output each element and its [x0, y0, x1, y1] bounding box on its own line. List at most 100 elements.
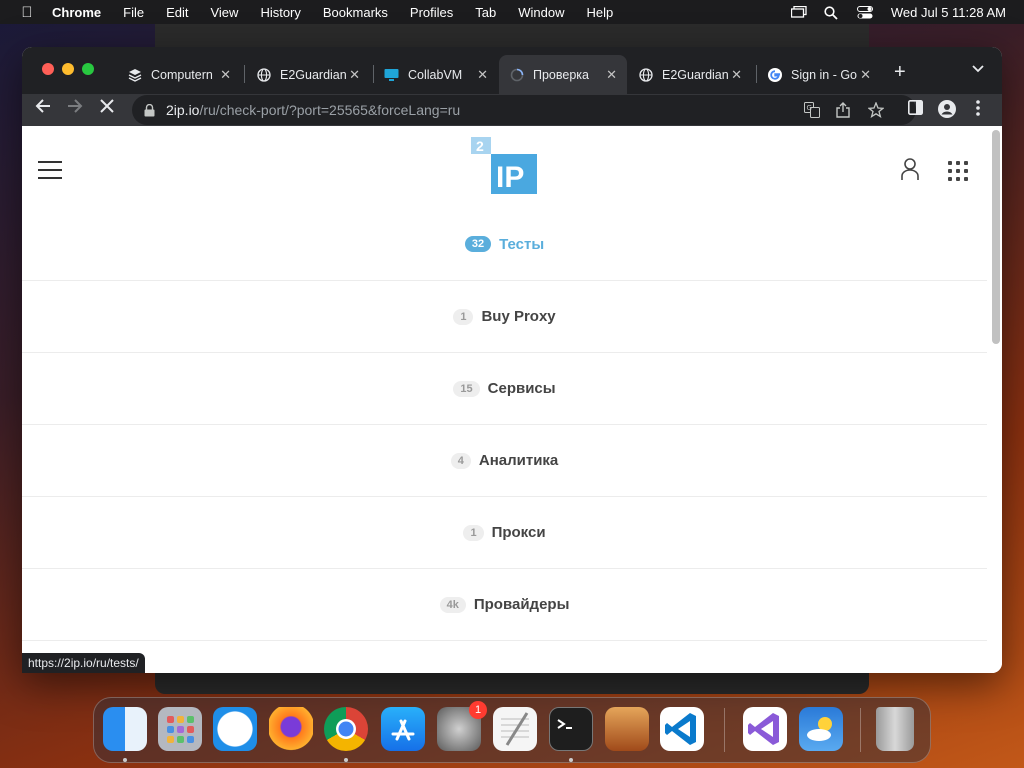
- tab-strip: Computern ✕ E2Guardian ✕ CollabVM ✕ Пров…: [22, 47, 1002, 94]
- menu-window[interactable]: Window: [518, 5, 564, 20]
- page-scrollbar[interactable]: [992, 130, 1000, 344]
- menu-file[interactable]: File: [123, 5, 144, 20]
- google-icon: [767, 67, 782, 82]
- vscode-icon[interactable]: [660, 707, 704, 751]
- tab-collabvm[interactable]: CollabVM ✕: [374, 55, 498, 94]
- running-indicator: [569, 758, 573, 762]
- globe-icon: [256, 67, 271, 82]
- zoom-window-button[interactable]: [82, 63, 94, 75]
- close-tab-icon[interactable]: ✕: [220, 67, 231, 83]
- count-badge: 4k: [439, 596, 466, 613]
- apple-menu-icon[interactable]: : [18, 4, 36, 21]
- url-path: /ru/check-port/?port=25565&forceLang=ru: [199, 102, 461, 118]
- url-host: 2ip.io: [166, 102, 200, 118]
- site-logo[interactable]: 2 IP: [471, 137, 539, 197]
- status-bar-url: https://2ip.io/ru/tests/: [22, 653, 145, 673]
- menu-app-name[interactable]: Chrome: [52, 5, 101, 20]
- nav-item-analytics[interactable]: 4 Аналитика: [22, 425, 987, 497]
- menu-profiles[interactable]: Profiles: [410, 5, 453, 20]
- chrome-menu-icon[interactable]: [976, 100, 980, 119]
- site-nav-list: 32 Тесты 1 Buy Proxy 15 Сервисы 4 Аналит…: [22, 208, 987, 641]
- tab-separator: [244, 65, 245, 83]
- tab-title: CollabVM: [408, 67, 463, 82]
- menu-help[interactable]: Help: [587, 5, 614, 20]
- back-button[interactable]: [35, 98, 51, 119]
- menu-edit[interactable]: Edit: [166, 5, 188, 20]
- tab-title: Computern: [151, 67, 213, 82]
- chrome-icon[interactable]: [324, 707, 368, 751]
- address-bar[interactable]: 2ip.io/ru/check-port/?port=25565&forceLa…: [132, 95, 916, 125]
- menubar-clock[interactable]: Wed Jul 5 11:28 AM: [891, 5, 1006, 20]
- macos-dock: 1: [93, 697, 931, 763]
- tab-computernewb[interactable]: Computern ✕: [117, 55, 241, 94]
- hamburger-menu-icon[interactable]: [38, 161, 62, 179]
- logo-small-text: 2: [476, 138, 484, 154]
- app-store-icon[interactable]: [381, 707, 425, 751]
- menu-bookmarks[interactable]: Bookmarks: [323, 5, 388, 20]
- stack-icon: [127, 67, 142, 82]
- tab-title: Sign in - Go: [791, 67, 858, 82]
- user-account-icon[interactable]: [900, 157, 920, 181]
- terminal-icon[interactable]: [549, 707, 593, 751]
- monitor-icon: [384, 67, 399, 82]
- forward-button[interactable]: [67, 98, 83, 119]
- close-tab-icon[interactable]: ✕: [349, 67, 360, 83]
- weather-icon[interactable]: [799, 707, 843, 751]
- macos-menubar:  Chrome File Edit View History Bookmark…: [0, 0, 1024, 24]
- nav-item-proxy[interactable]: 1 Прокси: [22, 497, 987, 569]
- count-badge: 4: [450, 452, 471, 469]
- menu-view[interactable]: View: [210, 5, 238, 20]
- textedit-icon[interactable]: [493, 707, 537, 751]
- running-indicator: [344, 758, 348, 762]
- screen-mirroring-icon[interactable]: [790, 5, 807, 18]
- control-center-icon[interactable]: [856, 6, 873, 19]
- profile-avatar-icon[interactable]: [938, 100, 956, 121]
- menu-history[interactable]: History: [260, 5, 300, 20]
- nav-item-buy-proxy[interactable]: 1 Buy Proxy: [22, 281, 987, 353]
- count-badge: 1: [463, 524, 484, 541]
- nav-item-label: Прокси: [491, 524, 546, 541]
- nav-item-providers[interactable]: 4k Провайдеры: [22, 569, 987, 641]
- spotlight-search-icon[interactable]: [824, 6, 840, 20]
- apps-grid-icon[interactable]: [948, 161, 968, 181]
- tab-title: E2Guardian: [280, 67, 347, 82]
- system-preferences-icon[interactable]: 1: [437, 701, 487, 751]
- notification-badge: 1: [469, 701, 487, 719]
- nav-item-label: Buy Proxy: [481, 308, 556, 325]
- minimize-window-button[interactable]: [62, 63, 74, 75]
- firefox-icon[interactable]: [269, 707, 313, 751]
- tab-e2guardian-2[interactable]: E2Guardian ✕: [628, 55, 752, 94]
- menu-tab[interactable]: Tab: [475, 5, 496, 20]
- lock-icon[interactable]: [144, 103, 156, 117]
- translate-icon[interactable]: G: [804, 102, 820, 121]
- nav-item-label: Провайдеры: [473, 596, 570, 613]
- trash-icon[interactable]: [876, 707, 914, 751]
- tab-title: E2Guardian: [662, 67, 729, 82]
- tab-google-signin[interactable]: Sign in - Go ✕: [757, 55, 881, 94]
- new-tab-button[interactable]: +: [894, 61, 906, 84]
- close-tab-icon[interactable]: ✕: [731, 67, 742, 83]
- nav-item-label: Сервисы: [487, 380, 556, 397]
- finder-icon[interactable]: [103, 707, 147, 751]
- web-page: 2 IP 32 Тесты 1 Buy Proxy 15 Сервисы 4 А…: [22, 126, 1002, 673]
- nav-item-services[interactable]: 15 Сервисы: [22, 353, 987, 425]
- side-panel-icon[interactable]: [908, 100, 923, 118]
- nav-item-tests[interactable]: 32 Тесты: [22, 208, 987, 281]
- tab-e2guardian-1[interactable]: E2Guardian ✕: [246, 55, 370, 94]
- tab-search-chevron-icon[interactable]: [972, 61, 984, 76]
- dock-separator: [860, 708, 861, 752]
- close-tab-icon[interactable]: ✕: [606, 67, 617, 83]
- visual-studio-icon[interactable]: [743, 707, 787, 751]
- close-window-button[interactable]: [42, 63, 54, 75]
- stop-loading-button[interactable]: [100, 98, 114, 118]
- bookmark-star-icon[interactable]: [867, 101, 885, 121]
- close-tab-icon[interactable]: ✕: [477, 67, 488, 83]
- chrome-window: Computern ✕ E2Guardian ✕ CollabVM ✕ Пров…: [22, 47, 1002, 673]
- globe-icon: [638, 67, 653, 82]
- close-tab-icon[interactable]: ✕: [860, 67, 871, 83]
- garageband-icon[interactable]: [605, 707, 649, 751]
- launchpad-icon[interactable]: [158, 707, 202, 751]
- safari-icon[interactable]: [213, 707, 257, 751]
- tab-proverka[interactable]: Проверка ✕: [499, 55, 627, 94]
- share-icon[interactable]: [836, 102, 850, 121]
